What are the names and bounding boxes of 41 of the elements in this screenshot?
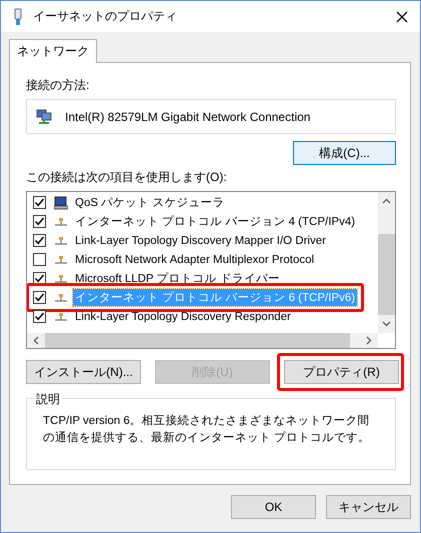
item-label: Microsoft LLDP プロトコル ドライバー (74, 271, 281, 287)
network-adapter-icon (36, 108, 52, 124)
close-icon[interactable] (396, 10, 408, 22)
chevron-down-icon[interactable] (382, 321, 391, 327)
checkbox[interactable] (33, 310, 46, 323)
section-label: この接続は次の項目を使用します(O): (26, 169, 228, 185)
scrollbar[interactable] (378, 192, 395, 333)
chevron-left-icon[interactable] (33, 336, 39, 345)
network-protocol-icon (54, 216, 68, 226)
checkbox[interactable] (33, 234, 46, 247)
network-cable-icon (13, 8, 23, 26)
chevron-right-icon[interactable] (366, 336, 372, 345)
dialog-button[interactable]: キャンセル (326, 495, 411, 519)
group-title: 説明 (34, 391, 62, 408)
section-label: 接続の方法: (26, 77, 90, 93)
item-label: Link-Layer Topology Discovery Mapper I/O Driver (74, 234, 327, 248)
action-button[interactable]: インストール(N)... (26, 360, 141, 384)
window-title: イーサネットのプロパティ (33, 8, 178, 25)
item-label: Link-Layer Topology Discovery Responder (74, 310, 292, 324)
item-label: インターネット プロトコル バージョン 4 (TCP/IPv4) (74, 214, 356, 230)
checkbox[interactable] (33, 291, 46, 304)
network-protocol-icon (54, 312, 68, 322)
description-text: TCP/IP version 6。相互接続されたさまざまなネットワーク間の通信を提供する、最新のインターネット プロトコルです。 (43, 414, 372, 446)
item-label: インターネット プロトコル バージョン 6 (TCP/IPv6) (73, 289, 358, 306)
item-label: Microsoft Network Adapter Multiplexor Protocol (74, 252, 316, 266)
scrollbar[interactable] (27, 333, 378, 348)
network-protocol-icon (54, 236, 68, 246)
network-protocol-icon (54, 292, 68, 302)
action-button[interactable]: プロパティ(R) (284, 360, 399, 384)
chevron-up-icon[interactable] (382, 198, 391, 204)
item-label: QoS パケット スケジューラ (74, 196, 226, 211)
adapter-field: Intel(R) 82579LM Gigabit Network Connection (26, 99, 396, 134)
checkbox[interactable] (33, 253, 46, 266)
network-protocol-icon (54, 254, 68, 264)
checkbox[interactable] (33, 215, 46, 228)
network-protocol-icon (54, 274, 68, 284)
tab[interactable]: ネットワーク (9, 39, 97, 63)
configure-button[interactable]: 構成(C)... (293, 141, 396, 165)
dialog-button[interactable]: OK (231, 495, 316, 519)
checkbox[interactable] (33, 196, 46, 209)
computer-icon (54, 196, 68, 210)
